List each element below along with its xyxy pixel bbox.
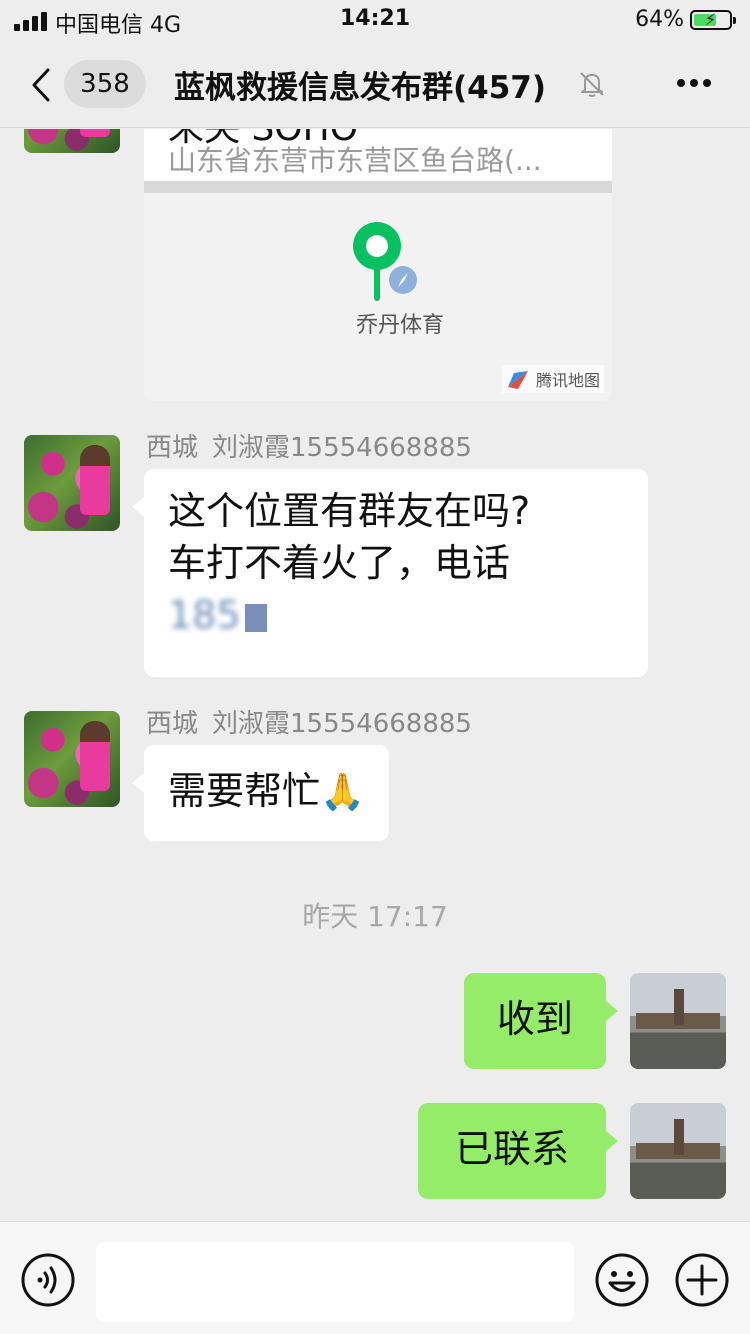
nav-bar: 358 蓝枫救援信息发布群(457) [0,40,750,128]
sender-name: 刘淑霞15554668885 [212,433,472,463]
carrier-label: 中国电信 4G [55,13,182,38]
message-bubble[interactable]: 这个位置有群友在吗? 车打不着火了，电话 185 [132,469,648,677]
mute-icon [580,72,604,97]
voice-icon[interactable] [20,1252,76,1308]
sender-name: 刘淑霞15554668885 [212,709,472,739]
plus-icon[interactable] [674,1252,730,1308]
chat-area[interactable]: 未央 SOHO 山东省东营市东营区鱼台路(... 乔丹体育 腾讯地图 [0,129,750,1221]
my-avatar[interactable] [630,973,726,1069]
sender-group: 西城 [146,433,199,463]
message-text: 收到 [496,997,573,1041]
location-map: 乔丹体育 腾讯地图 [144,181,612,401]
avatar[interactable] [24,711,120,807]
compass-icon [389,266,417,294]
unread-badge[interactable]: 358 [64,60,146,108]
chat-timestamp: 昨天 17:17 [302,900,448,933]
map-poi-label: 乔丹体育 [356,313,445,338]
battery-percent: 64% [635,7,684,32]
chat-title: 蓝枫救援信息发布群(457) [174,70,547,106]
message-bubble[interactable]: 需要帮忙🙏 [132,745,389,841]
map-brand: 腾讯地图 [501,365,604,393]
phone-prefix: 185 [168,593,241,637]
battery-icon: ⚡ [690,10,736,30]
input-bar [0,1221,750,1334]
sender-group: 西城 [146,709,199,739]
redacted-phone: 185 [168,589,624,641]
tencent-map-logo-icon [507,371,528,389]
status-bar: 中国电信 4G 14:21 64% ⚡ [0,0,750,40]
message-text: 已联系 [454,1127,569,1171]
message-text-line: 车打不着火了，电话 [168,541,511,585]
my-message-bubble[interactable]: 已联系 [418,1103,618,1199]
message-text: 需要帮忙 [168,769,321,813]
location-address: 山东省东营市东营区鱼台路(... [168,144,542,177]
my-message-bubble[interactable]: 收到 [464,973,618,1069]
pray-emoji-icon: 🙏 [320,772,365,813]
message-input[interactable] [96,1242,574,1322]
avatar[interactable] [24,129,120,153]
map-brand-label: 腾讯地图 [535,371,600,390]
emoji-icon[interactable] [594,1252,650,1308]
message-text-line: 这个位置有群友在吗? [168,489,531,533]
sender-label: 西城 刘淑霞15554668885 [146,427,472,464]
signal-icon [14,12,47,31]
redaction-mark [244,603,267,632]
back-icon[interactable] [30,68,52,102]
location-card[interactable]: 未央 SOHO 山东省东营市东营区鱼台路(... 乔丹体育 腾讯地图 [144,129,612,401]
my-avatar[interactable] [630,1103,726,1199]
more-icon[interactable] [676,78,712,88]
avatar[interactable] [24,435,120,531]
sender-label: 西城 刘淑霞15554668885 [146,703,472,740]
